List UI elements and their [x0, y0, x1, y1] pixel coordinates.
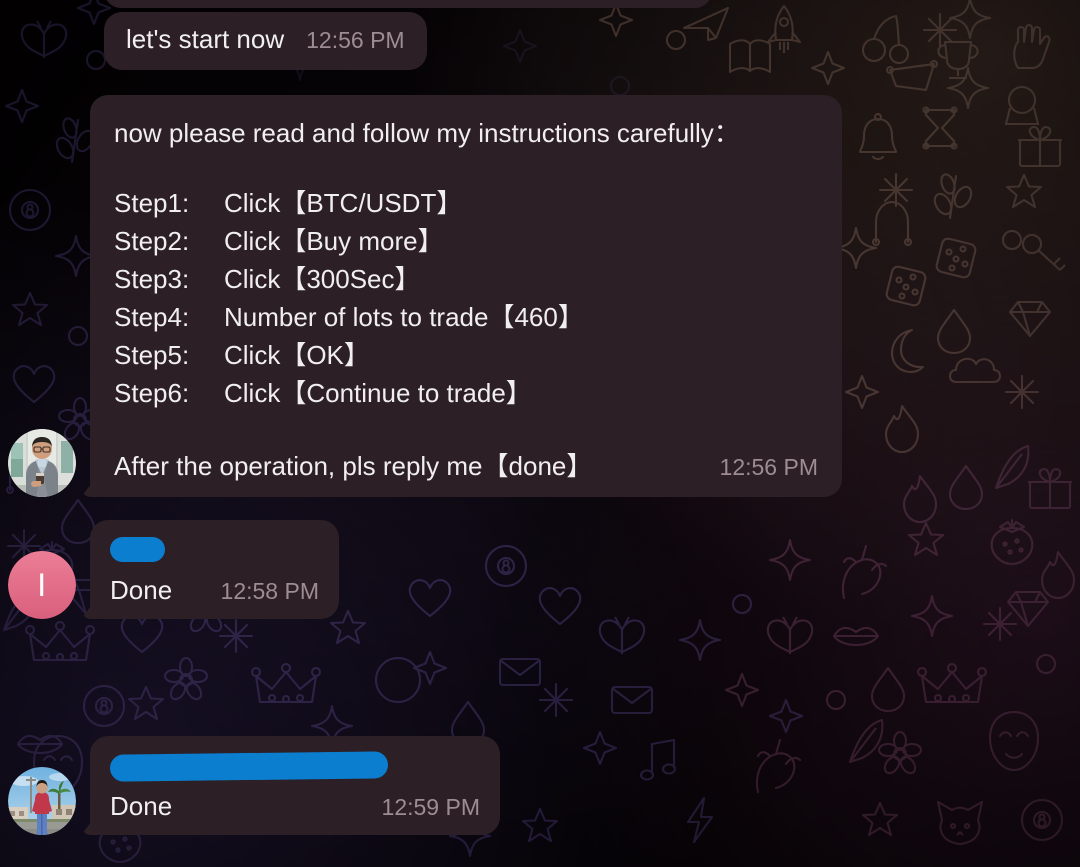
- message-timestamp: 12:58 PM: [220, 578, 319, 604]
- step-action: Click【OK】: [224, 340, 370, 370]
- message-timestamp: 12:56 PM: [719, 454, 818, 480]
- message-text: let's start now: [126, 24, 285, 54]
- message-row-lets-start: let's start now 12:56 PM: [104, 12, 427, 70]
- message-row-done-1: I Done 12:58 PM: [8, 520, 339, 619]
- avatar-photo: [8, 767, 76, 835]
- instruction-steps-list: Step1: Click【BTC/USDT】 Step2: Click【Buy …: [114, 184, 818, 412]
- redaction-bar-icon: [109, 751, 389, 782]
- message-row-done-2: Done 12:59 PM: [8, 736, 500, 835]
- instruction-step-2: Step2: Click【Buy more】: [114, 222, 818, 260]
- step-action: Click【Buy more】: [224, 226, 444, 256]
- step-action: Number of lots to trade【460】: [224, 302, 584, 332]
- step-label: Step3:: [114, 264, 190, 294]
- message-text: Done: [110, 575, 173, 605]
- avatar-man-in-suit[interactable]: [8, 429, 76, 497]
- step-label: Step1:: [114, 188, 190, 218]
- message-bubble-lets-start[interactable]: let's start now 12:56 PM: [104, 12, 427, 70]
- redacted-sender-name-short: [110, 537, 319, 575]
- step-label: Step6:: [114, 378, 190, 408]
- avatar-initial-letter: I: [8, 551, 76, 619]
- redaction-bar-icon: [110, 537, 165, 562]
- message-bubble-partial-above[interactable]: [104, 0, 712, 8]
- avatar-person-outdoors[interactable]: [8, 767, 76, 835]
- instruction-step-4: Step4: Number of lots to trade【460】: [114, 298, 818, 336]
- step-label: Step5:: [114, 340, 190, 370]
- message-row-instructions: now please read and follow my instructio…: [8, 95, 842, 497]
- step-label: Step4:: [114, 302, 190, 332]
- avatar-initial-i[interactable]: I: [8, 551, 76, 619]
- step-action: Click【BTC/USDT】: [224, 188, 463, 218]
- instruction-step-3: Step3: Click【300Sec】: [114, 260, 818, 298]
- step-label: Step2:: [114, 226, 190, 256]
- avatar-photo: [8, 429, 76, 497]
- step-action: Click【300Sec】: [224, 264, 421, 294]
- instruction-step-5: Step5: Click【OK】: [114, 336, 818, 374]
- message-timestamp: 12:56 PM: [306, 27, 405, 53]
- step-action: Click【Continue to trade】: [224, 378, 532, 408]
- instructions-header: now please read and follow my instructio…: [114, 118, 740, 148]
- message-content-row: Done 12:58 PM: [110, 577, 319, 605]
- message-bubble-instructions[interactable]: now please read and follow my instructio…: [90, 95, 842, 497]
- message-bubble-done-1[interactable]: Done 12:58 PM: [90, 520, 339, 619]
- redacted-sender-name-long: [109, 751, 480, 791]
- chat-message-list[interactable]: let's start now 12:56 PM now please read…: [0, 0, 1080, 867]
- message-text: Done: [110, 791, 173, 821]
- instruction-step-1: Step1: Click【BTC/USDT】: [114, 184, 818, 222]
- message-timestamp: 12:59 PM: [381, 794, 480, 820]
- message-content-row: Done 12:59 PM: [110, 793, 480, 821]
- message-bubble-done-2[interactable]: Done 12:59 PM: [90, 736, 500, 835]
- instruction-step-6: Step6: Click【Continue to trade】: [114, 374, 818, 412]
- instructions-footer-row: After the operation, pls reply me【done】 …: [114, 446, 818, 483]
- instructions-footer: After the operation, pls reply me【done】: [114, 451, 593, 481]
